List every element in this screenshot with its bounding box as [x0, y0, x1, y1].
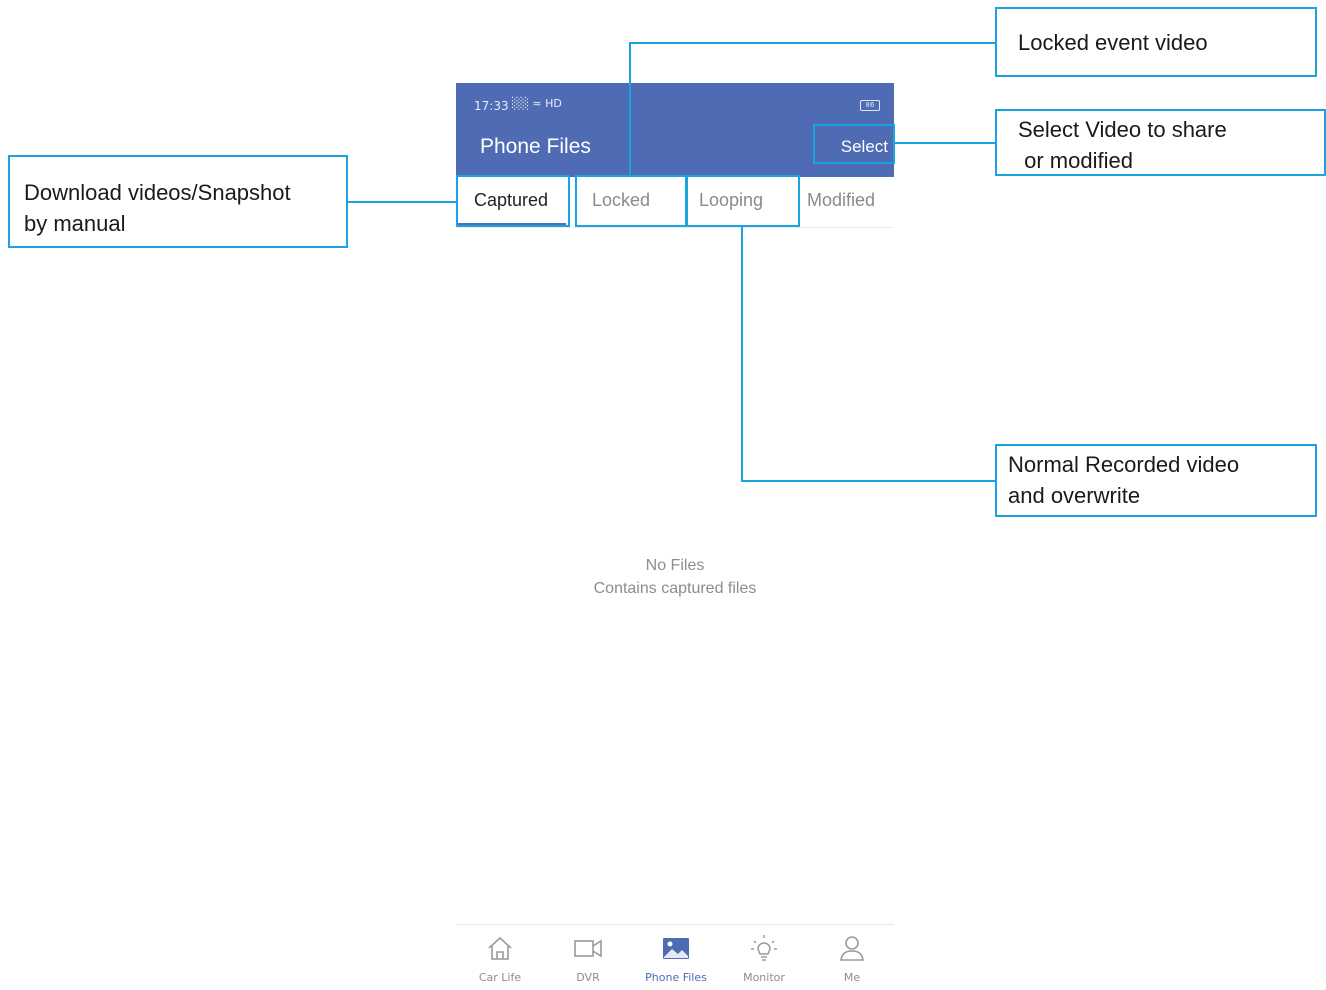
nav-item-monitor[interactable]: Monitor — [720, 925, 808, 990]
tab-modified[interactable]: Modified — [786, 177, 896, 225]
connector-looping-vertical — [741, 226, 743, 482]
nav-item-car-life[interactable]: Car Life — [456, 925, 544, 990]
video-camera-icon — [574, 939, 602, 958]
callout-locked: Locked event video — [995, 7, 1317, 77]
callout-looping: Normal Recorded video and overwrite — [995, 444, 1317, 517]
nav-label-phone-files: Phone Files — [645, 971, 707, 984]
connector-locked-vertical — [629, 42, 631, 176]
person-icon — [840, 936, 864, 961]
nav-label-car-life: Car Life — [478, 971, 522, 984]
nav-item-phone-files[interactable]: Phone Files — [632, 925, 720, 990]
empty-state-subtitle: Contains captured files — [593, 580, 757, 597]
callout-captured: Download videos/Snapshot by manual — [8, 155, 348, 248]
connector-looping-horizontal — [741, 480, 996, 482]
captured-tab-highlight — [456, 175, 570, 227]
select-button-highlight — [813, 124, 895, 164]
looping-tab-highlight — [686, 175, 800, 227]
gallery-icon — [663, 938, 689, 959]
nav-item-dvr[interactable]: DVR — [544, 925, 632, 990]
page-title: Phone Files — [480, 135, 591, 158]
nav-label-me: Me — [843, 971, 861, 984]
nav-item-me[interactable]: Me — [808, 925, 896, 990]
empty-state-title: No Files — [645, 557, 705, 574]
connector-captured — [347, 201, 457, 203]
connector-locked-horizontal — [629, 42, 996, 44]
locked-tab-highlight — [575, 175, 687, 227]
home-icon — [488, 936, 512, 960]
bottom-navigation: Car Life DVR Phone Files Monitor Me — [456, 924, 894, 990]
status-time: 17:33 — [474, 99, 509, 113]
status-icons: ░░ ≈ HD — [512, 97, 562, 110]
battery-icon: 86 — [860, 100, 880, 111]
nav-label-monitor: Monitor — [743, 971, 785, 984]
callout-select: Select Video to share or modified — [995, 109, 1326, 176]
nav-label-dvr: DVR — [576, 971, 600, 984]
connector-select — [894, 142, 996, 144]
light-bulb-icon — [751, 935, 777, 961]
